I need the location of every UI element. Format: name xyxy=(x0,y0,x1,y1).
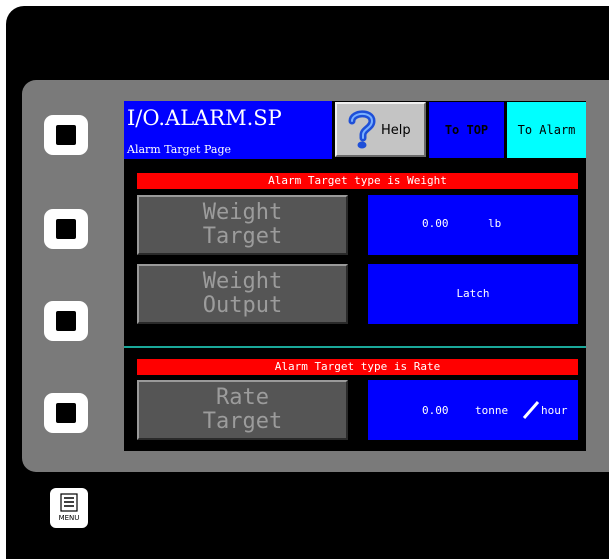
weight-target-line1: Weight xyxy=(202,200,283,225)
menu-list-icon xyxy=(60,493,78,512)
page-subtitle: Alarm Target Page xyxy=(127,143,231,156)
weight-target-unit: lb xyxy=(488,217,502,230)
rate-target-value-field[interactable]: 0.00 tonne hour xyxy=(368,380,578,440)
weight-output-button[interactable]: Weight Output xyxy=(137,264,348,324)
to-alarm-button[interactable]: To Alarm xyxy=(507,102,586,158)
softkey-1[interactable] xyxy=(44,115,88,155)
softkey-2[interactable] xyxy=(44,209,88,249)
weight-target-value-field[interactable]: 0.00 lb xyxy=(368,195,578,255)
rate-target-line1: Rate xyxy=(216,385,269,410)
weight-output-value-field[interactable]: Latch xyxy=(368,264,578,324)
rate-target-value: 0.00 xyxy=(422,404,449,417)
title-block: I/O.ALARM.SP Alarm Target Page xyxy=(124,101,332,159)
help-button[interactable]: Help xyxy=(335,102,426,157)
rate-unit-denominator: hour xyxy=(541,404,568,417)
menu-button[interactable]: MENU xyxy=(50,488,88,528)
weight-output-value: Latch xyxy=(456,287,490,300)
rate-target-line2: Target xyxy=(202,409,283,434)
rate-target-button[interactable]: Rate Target xyxy=(137,380,348,440)
question-mark-icon xyxy=(348,110,376,149)
weight-target-line2: Target xyxy=(202,224,283,249)
help-label: Help xyxy=(381,123,411,138)
softkey-2-square xyxy=(56,219,76,239)
rate-unit-numerator: tonne xyxy=(475,404,509,417)
page-title: I/O.ALARM.SP xyxy=(127,106,282,130)
weight-target-value: 0.00 xyxy=(422,217,449,230)
menu-label: MENU xyxy=(58,514,80,522)
section-divider xyxy=(124,346,586,348)
weight-output-line1: Weight xyxy=(202,269,283,294)
to-top-button[interactable]: To TOP xyxy=(429,102,504,158)
softkey-3-square xyxy=(56,311,76,331)
weight-type-banner: Alarm Target type is Weight xyxy=(137,173,578,189)
softkey-4[interactable] xyxy=(44,393,88,433)
rate-type-banner: Alarm Target type is Rate xyxy=(137,359,578,375)
softkey-1-square xyxy=(56,125,76,145)
weight-target-button[interactable]: Weight Target xyxy=(137,195,348,255)
softkey-3[interactable] xyxy=(44,301,88,341)
weight-output-line2: Output xyxy=(202,293,283,318)
softkey-4-square xyxy=(56,403,76,423)
rate-unit-slash-icon xyxy=(522,401,540,419)
